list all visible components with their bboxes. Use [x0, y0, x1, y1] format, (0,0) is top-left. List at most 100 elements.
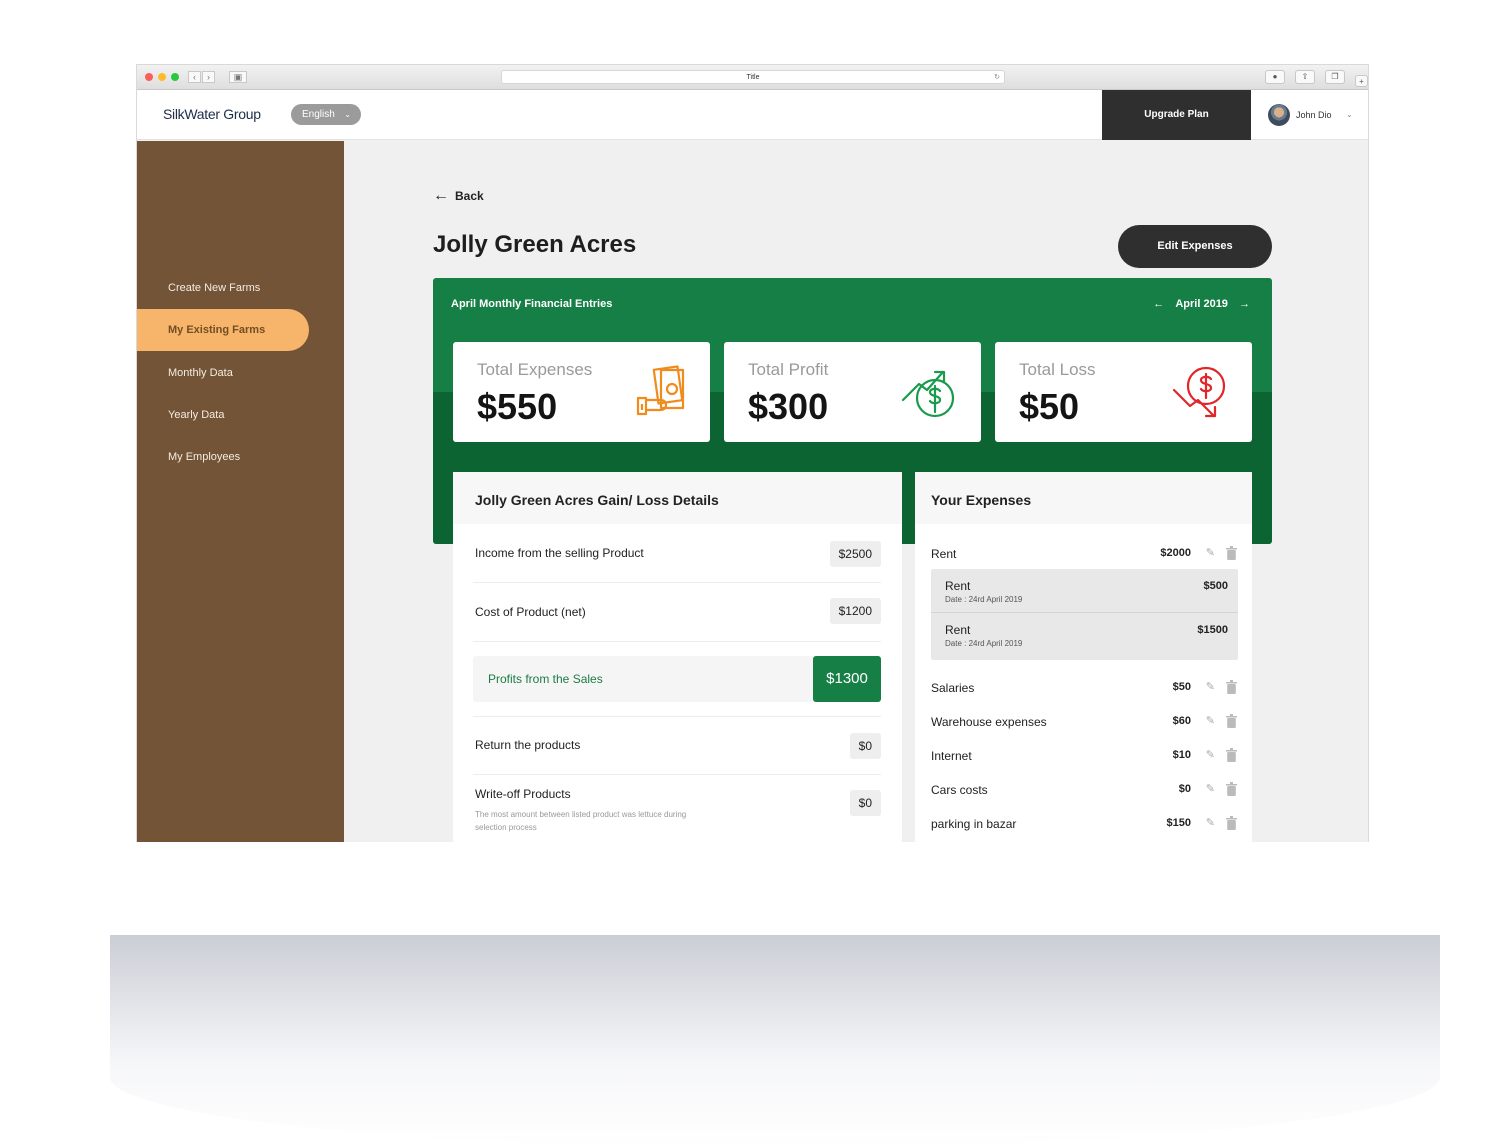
profit-row: Profits from the Sales $1300 [473, 656, 881, 702]
sidebar-item-create-new-farms[interactable]: Create New Farms [137, 267, 309, 309]
main-content: ← Back Jolly Green Acres Edit Expenses Ap… [344, 141, 1368, 842]
browser-window: ‹ › ▣ Title ↻ ● ⇧ ❐ + SilkWater Group En… [136, 64, 1369, 842]
trash-icon[interactable] [1226, 816, 1237, 830]
trash-icon[interactable] [1226, 748, 1237, 762]
sidebar: Create New Farms My Existing Farms Month… [137, 141, 344, 842]
current-month: April 2019 [1175, 298, 1228, 310]
expense-row: parking in bazar $150 ✎ [931, 816, 1239, 834]
cash-hand-icon [636, 365, 685, 416]
stat-value: $550 [477, 386, 558, 427]
rent-item-date: Date : 24rd April 2019 [945, 639, 1023, 648]
pencil-icon[interactable]: ✎ [1206, 782, 1215, 795]
row-label: Write-off Products [475, 787, 571, 801]
sidebar-item-monthly-data[interactable]: Monthly Data [137, 352, 309, 394]
chevron-down-icon: ⌄ [344, 110, 351, 119]
close-window-button[interactable] [145, 73, 153, 81]
share-icon[interactable]: ⇧ [1295, 70, 1315, 84]
expense-row: Internet $10 ✎ [931, 748, 1239, 766]
prev-month-icon[interactable]: ← [1153, 298, 1164, 310]
dollar-decline-icon [1172, 366, 1226, 418]
row-value: $2500 [829, 541, 881, 567]
expense-value: $150 [1166, 817, 1191, 829]
stat-total-expenses: Total Expenses $550 [453, 342, 710, 442]
next-month-icon[interactable]: → [1239, 298, 1250, 310]
language-select[interactable]: English ⌄ [291, 104, 361, 125]
page-title: Jolly Green Acres [433, 231, 637, 258]
row-note: The most amount between listed product w… [475, 810, 687, 832]
language-label: English [302, 109, 335, 120]
maximize-window-button[interactable] [171, 73, 179, 81]
rent-item-label: Rent [945, 579, 971, 593]
rent-item: Rent Date : 24rd April 2019 $500 [931, 569, 1238, 613]
expense-row-rent: Rent $2000 ✎ [931, 546, 1239, 564]
back-label: Back [455, 189, 484, 203]
app-header: SilkWater Group English ⌄ Upgrade Plan J… [137, 90, 1368, 140]
reload-icon[interactable]: ↻ [994, 71, 1000, 84]
chevron-down-icon: ⌄ [1346, 110, 1353, 119]
stat-total-loss: Total Loss $50 [995, 342, 1252, 442]
trash-icon[interactable] [1226, 714, 1237, 728]
stat-value: $50 [1019, 386, 1080, 427]
expense-row: Warehouse expenses $60 ✎ [931, 714, 1239, 732]
row-value: $0 [849, 790, 881, 816]
minimize-window-button[interactable] [158, 73, 166, 81]
row-label: Cost of Product (net) [475, 605, 586, 619]
browser-forward-icon[interactable]: › [202, 71, 215, 83]
expense-label: Salaries [931, 681, 975, 695]
rent-item: Rent Date : 24rd April 2019 $1500 [931, 613, 1238, 657]
tab-title: Title [746, 74, 760, 81]
back-link[interactable]: ← Back [433, 187, 484, 205]
download-icon[interactable]: ● [1265, 70, 1285, 84]
expense-label: Internet [931, 749, 972, 763]
stat-label: Total Profit [748, 360, 829, 379]
edit-expenses-button[interactable]: Edit Expenses [1118, 225, 1272, 268]
row-label: Income from the selling Product [475, 546, 644, 560]
trash-icon[interactable] [1226, 546, 1237, 560]
gain-loss-row-cost: Cost of Product (net) $1200 [473, 583, 881, 642]
stat-total-profit: Total Profit $300 [724, 342, 981, 442]
browser-back-icon[interactable]: ‹ [188, 71, 201, 83]
profit-label: Profits from the Sales [488, 672, 603, 686]
rent-item-date: Date : 24rd April 2019 [945, 595, 1023, 604]
address-bar[interactable]: Title ↻ [501, 70, 1005, 84]
expense-label: parking in bazar [931, 817, 1017, 831]
expense-value: $10 [1172, 749, 1191, 761]
tabs-icon[interactable]: ❐ [1325, 70, 1345, 84]
sidebar-item-yearly-data[interactable]: Yearly Data [137, 394, 309, 436]
user-name: John Dio [1296, 110, 1332, 120]
rent-item-value: $1500 [1197, 624, 1228, 636]
rent-item-label: Rent [945, 623, 971, 637]
expense-value: $0 [1178, 783, 1191, 795]
dollar-growth-icon [901, 370, 955, 418]
panel-title: April Monthly Financial Entries [451, 298, 613, 310]
pencil-icon[interactable]: ✎ [1206, 546, 1215, 559]
sidebar-toggle-icon[interactable]: ▣ [229, 71, 247, 83]
expenses-card: Your Expenses Rent $2000 ✎ Rent Date : 2… [915, 472, 1252, 842]
window-shadow [110, 935, 1440, 1148]
stat-label: Total Loss [1019, 360, 1096, 379]
expense-value: $60 [1172, 715, 1191, 727]
browser-titlebar: ‹ › ▣ Title ↻ ● ⇧ ❐ + [137, 65, 1368, 90]
pencil-icon[interactable]: ✎ [1206, 714, 1215, 727]
sidebar-item-my-existing-farms[interactable]: My Existing Farms [137, 309, 309, 351]
gain-loss-row-writeoff: Write-off Products The most amount betwe… [473, 775, 881, 842]
avatar [1268, 104, 1290, 126]
pencil-icon[interactable]: ✎ [1206, 680, 1215, 693]
expense-value: $50 [1172, 681, 1191, 693]
expense-label: Rent [931, 547, 957, 561]
row-value: $0 [849, 733, 881, 759]
sidebar-item-my-employees[interactable]: My Employees [137, 436, 309, 478]
pencil-icon[interactable]: ✎ [1206, 816, 1215, 829]
rent-breakdown: Rent Date : 24rd April 2019 $500 Rent Da… [931, 569, 1238, 660]
gain-loss-row-income: Income from the selling Product $2500 [473, 534, 881, 583]
new-tab-icon[interactable]: + [1355, 75, 1368, 87]
stat-label: Total Expenses [477, 360, 593, 379]
upgrade-plan-button[interactable]: Upgrade Plan [1102, 90, 1251, 140]
row-value: $1200 [829, 598, 881, 624]
trash-icon[interactable] [1226, 782, 1237, 796]
rent-item-value: $500 [1203, 580, 1228, 592]
expense-label: Cars costs [931, 783, 988, 797]
brand-logo[interactable]: SilkWater Group [163, 106, 261, 122]
pencil-icon[interactable]: ✎ [1206, 748, 1215, 761]
trash-icon[interactable] [1226, 680, 1237, 694]
